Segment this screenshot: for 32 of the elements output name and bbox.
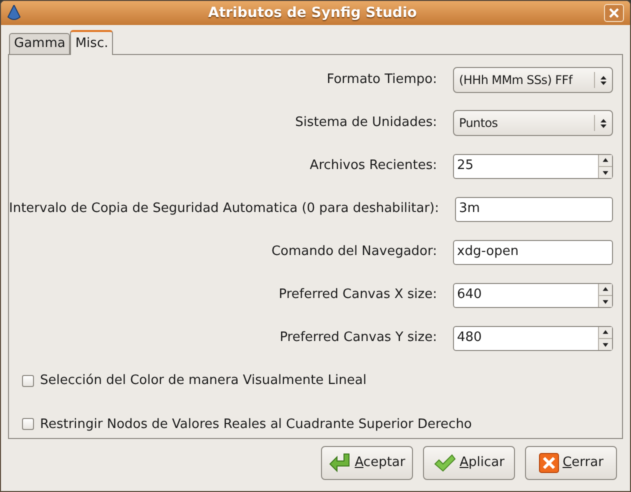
checkbox-label: Selección del Color de manera Visualmente Lineal — [40, 372, 366, 390]
checkbox[interactable] — [22, 418, 34, 430]
close-button[interactable] — [604, 4, 624, 22]
dialog-button[interactable]: Cerrar — [525, 446, 617, 480]
input-field[interactable]: 3m — [455, 196, 613, 222]
tab[interactable]: Gamma — [9, 33, 70, 54]
field-label: Sistema de Unidades: — [295, 114, 437, 132]
spin-box[interactable]: 25 — [453, 154, 613, 178]
checkbox[interactable] — [22, 374, 34, 387]
field-label: Formato Tiempo: — [326, 71, 437, 90]
dropdown[interactable]: Puntos — [453, 110, 613, 136]
close-icon — [609, 8, 619, 18]
input-field[interactable]: xdg-open — [453, 240, 613, 264]
app-icon — [7, 5, 21, 21]
enter-arrow-icon — [328, 453, 351, 473]
field-label: Comando del Navegador: — [271, 243, 437, 262]
close-icon — [538, 453, 559, 473]
updown-icon — [600, 118, 607, 128]
tab[interactable]: Misc. — [70, 30, 114, 55]
field-label: Archivos Recientes: — [310, 157, 437, 176]
checkmark-icon — [434, 454, 456, 472]
field-label: Preferred Canvas Y size: — [280, 329, 437, 348]
field-label: Preferred Canvas X size: — [278, 286, 437, 304]
field-label: Intervalo de Copia de Seguridad Automatica (0 para deshabilitar): — [9, 200, 440, 218]
window-title: Atributos de Synfig Studio — [207, 4, 418, 22]
checkbox-label: Restringir Nodos de Valores Reales al Cuadrante Superior Derecho — [40, 416, 472, 434]
dialog-button[interactable]: Aceptar — [321, 446, 413, 480]
spin-box[interactable]: 480 — [453, 326, 613, 350]
dropdown[interactable]: (HHh MMm SSs) FFf — [453, 67, 613, 93]
spin-box[interactable]: 640 — [453, 282, 613, 308]
dialog-button[interactable]: Aplicar — [423, 446, 515, 480]
updown-icon — [600, 74, 607, 86]
